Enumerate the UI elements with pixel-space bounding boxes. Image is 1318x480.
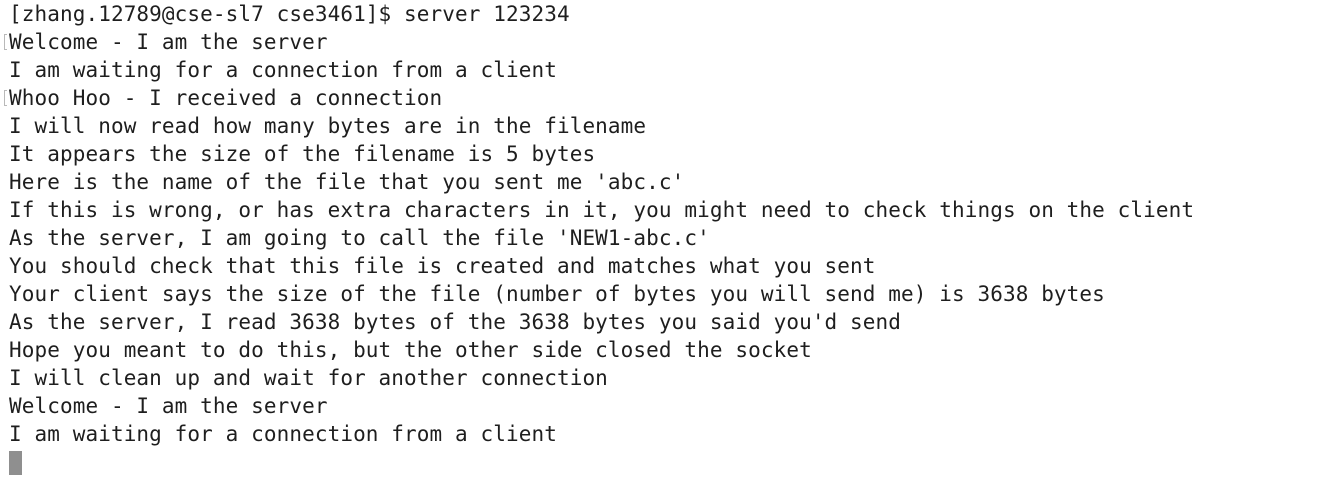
output-line: Whoo Hoo - I received a connection [4,84,1318,112]
output-line: If this is wrong, or has extra character… [9,198,1195,222]
output-line: It appears the size of the filename is 5… [9,142,596,166]
command-prompt-line: [zhang.12789@cse-sl7 cse3461]$ server 12… [9,2,570,26]
output-line: You should check that this file is creat… [9,254,876,278]
output-line: I will clean up and wait for another con… [9,366,608,390]
output-line: As the server, I am going to call the fi… [9,226,710,250]
output-line: Welcome - I am the server [9,394,328,418]
output-line: Your client says the size of the file (n… [9,282,1105,306]
output-line: As the server, I read 3638 bytes of the … [9,310,902,334]
output-line: Welcome - I am the server [4,28,1318,56]
output-line: Hope you meant to do this, but the other… [9,338,812,362]
output-line: I am waiting for a connection from a cli… [9,58,557,82]
terminal-window[interactable]: [zhang.12789@cse-sl7 cse3461]$ server 12… [0,0,1318,480]
output-line: I am waiting for a connection from a cli… [9,422,557,446]
output-line: I will now read how many bytes are in th… [9,114,647,138]
input-line[interactable] [9,448,1318,476]
terminal-output: [zhang.12789@cse-sl7 cse3461]$ server 12… [4,0,1318,476]
output-line: Here is the name of the file that you se… [9,170,685,194]
text-cursor [9,451,22,475]
